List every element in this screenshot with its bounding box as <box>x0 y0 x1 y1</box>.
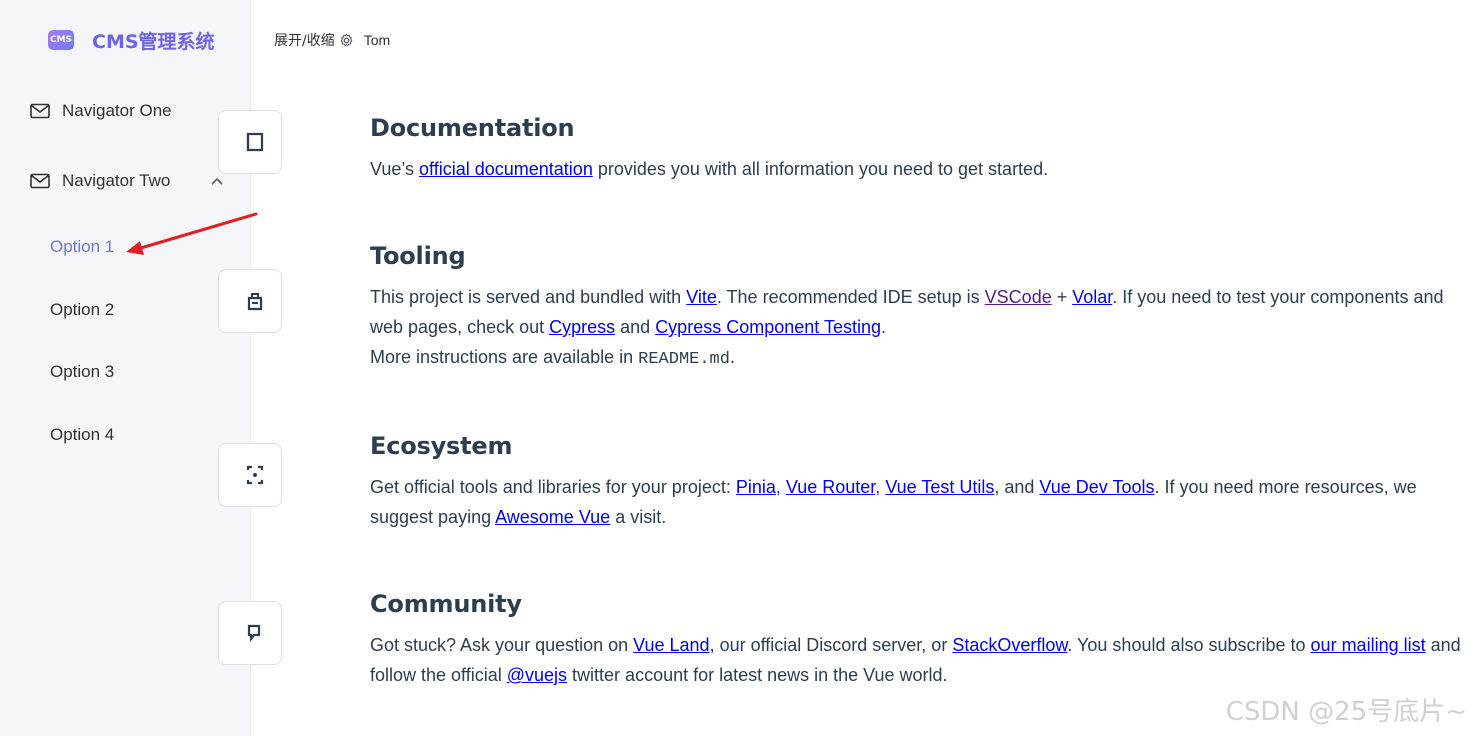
chevron-up-icon[interactable] <box>210 176 224 186</box>
gear-icon[interactable] <box>339 33 354 48</box>
text: Vue’s <box>370 159 420 179</box>
section-text: Got stuck? Ask your question on Vue Land… <box>370 630 1465 690</box>
text: . <box>880 317 886 337</box>
logo[interactable]: CMS CMS管理系统 <box>48 24 215 56</box>
tooling-icon <box>247 293 263 311</box>
community-icon <box>247 624 261 643</box>
book-icon <box>246 132 264 152</box>
top-header: 展开/收缩 Tom <box>274 28 390 52</box>
ecosystem-icon-card <box>218 443 282 507</box>
mail-icon <box>30 173 50 189</box>
section-text: Vue’s official documentation provides yo… <box>370 154 1465 184</box>
vite-link[interactable]: Vite <box>686 287 717 307</box>
section-title: Tooling <box>370 242 466 270</box>
section-text: Get official tools and libraries for you… <box>370 472 1465 532</box>
text: , our official Discord server, or <box>709 635 953 655</box>
annotation-arrow <box>126 212 258 255</box>
text: . The recommended IDE setup is <box>716 287 985 307</box>
text: and <box>615 317 656 337</box>
sidebar-item-label: Navigator Two <box>62 171 171 190</box>
logo-title: CMS管理系统 <box>92 30 215 53</box>
text: provides you with all information you ne… <box>592 159 1049 179</box>
vue-router-link[interactable]: Vue Router <box>786 477 875 497</box>
collapse-toggle[interactable]: 展开/收缩 <box>274 30 335 50</box>
sidebar-subitem-option-3[interactable]: Option 3 <box>50 362 114 382</box>
text: . You should also subscribe to <box>1067 635 1311 655</box>
vscode-link[interactable]: VSCode <box>985 287 1052 307</box>
mail-icon <box>30 103 50 119</box>
text: , and <box>994 477 1040 497</box>
section-text: This project is served and bundled with … <box>370 282 1465 375</box>
volar-link[interactable]: Volar <box>1072 287 1112 307</box>
text: Get official tools and libraries for you… <box>370 477 736 497</box>
awesome-vue-link[interactable]: Awesome Vue <box>495 507 610 527</box>
tooling-icon-card <box>218 269 282 333</box>
sidebar-item-navigator-two[interactable]: Navigator Two <box>30 166 170 196</box>
text: Got stuck? Ask your question on <box>370 635 634 655</box>
vuejs-twitter-link[interactable]: @vuejs <box>507 665 567 685</box>
ecosystem-icon <box>246 465 264 485</box>
cypress-link[interactable]: Cypress <box>549 317 615 337</box>
vue-test-utils-link[interactable]: Vue Test Utils <box>885 477 994 497</box>
text: a visit. <box>610 507 667 527</box>
text: This project is served and bundled with <box>370 287 687 307</box>
text: + <box>1051 287 1073 307</box>
sidebar: CMS CMS管理系统 Navigator One Navigator Two … <box>0 0 251 736</box>
sidebar-subitem-option-1[interactable]: Option 1 <box>50 237 114 257</box>
sidebar-subitem-option-2[interactable]: Option 2 <box>50 300 114 320</box>
logo-badge-icon: CMS <box>48 30 74 50</box>
pinia-link[interactable]: Pinia <box>736 477 776 497</box>
text: , <box>875 477 886 497</box>
community-icon-card <box>218 601 282 665</box>
vue-dev-tools-link[interactable]: Vue Dev Tools <box>1039 477 1154 497</box>
watermark: CSDN @25号底片~ <box>1225 697 1467 727</box>
section-title: Community <box>370 590 522 618</box>
official-documentation-link[interactable]: official documentation <box>419 159 593 179</box>
section-tooling: Tooling This project is served and bundl… <box>370 242 1465 375</box>
user-name[interactable]: Tom <box>364 32 390 48</box>
sidebar-subitem-option-4[interactable]: Option 4 <box>50 425 114 445</box>
text: . <box>729 347 735 367</box>
readme-code: README.md <box>638 350 730 369</box>
text: , <box>775 477 786 497</box>
sidebar-item-label: Navigator One <box>62 101 172 120</box>
stackoverflow-link[interactable]: StackOverflow <box>952 635 1067 655</box>
cypress-component-testing-link[interactable]: Cypress Component Testing <box>655 317 881 337</box>
mailing-list-link[interactable]: our mailing list <box>1311 635 1426 655</box>
section-documentation: Documentation Vue’s official documentati… <box>370 114 1465 184</box>
vue-land-link[interactable]: Vue Land <box>633 635 709 655</box>
sidebar-item-navigator-one[interactable]: Navigator One <box>30 96 172 126</box>
text: twitter account for latest news in the V… <box>567 665 948 685</box>
text: More instructions are available in <box>370 347 639 367</box>
section-title: Documentation <box>370 114 575 142</box>
section-ecosystem: Ecosystem Get official tools and librari… <box>370 432 1465 532</box>
documentation-icon-card <box>218 110 282 174</box>
section-title: Ecosystem <box>370 432 513 460</box>
section-community: Community Got stuck? Ask your question o… <box>370 590 1465 690</box>
